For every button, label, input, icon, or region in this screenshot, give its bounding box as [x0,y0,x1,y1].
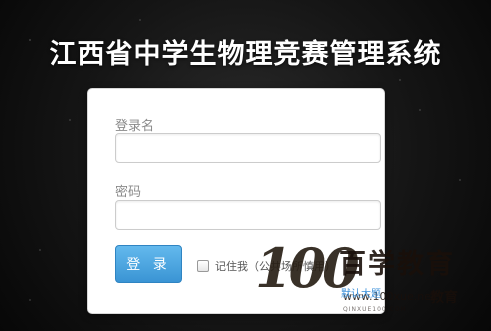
password-label: 密码 [115,185,142,200]
remember-checkbox[interactable] [197,260,209,272]
password-input[interactable] [115,200,381,230]
login-panel: 登录名 密码 登 录 记住我（公共场所慎用） [87,88,385,314]
username-input[interactable] [115,133,381,163]
remember-label: 记住我（公共场所慎用） [215,260,336,273]
login-button[interactable]: 登 录 [115,245,182,283]
username-label: 登录名 [115,119,155,134]
default-link[interactable]: 默认大题 [341,285,381,300]
remember-me[interactable]: 记住我（公共场所慎用） [197,258,336,274]
watermark-tagline: 教育 [430,290,458,306]
page-title: 江西省中学生物理竞赛管理系统 [49,39,442,70]
